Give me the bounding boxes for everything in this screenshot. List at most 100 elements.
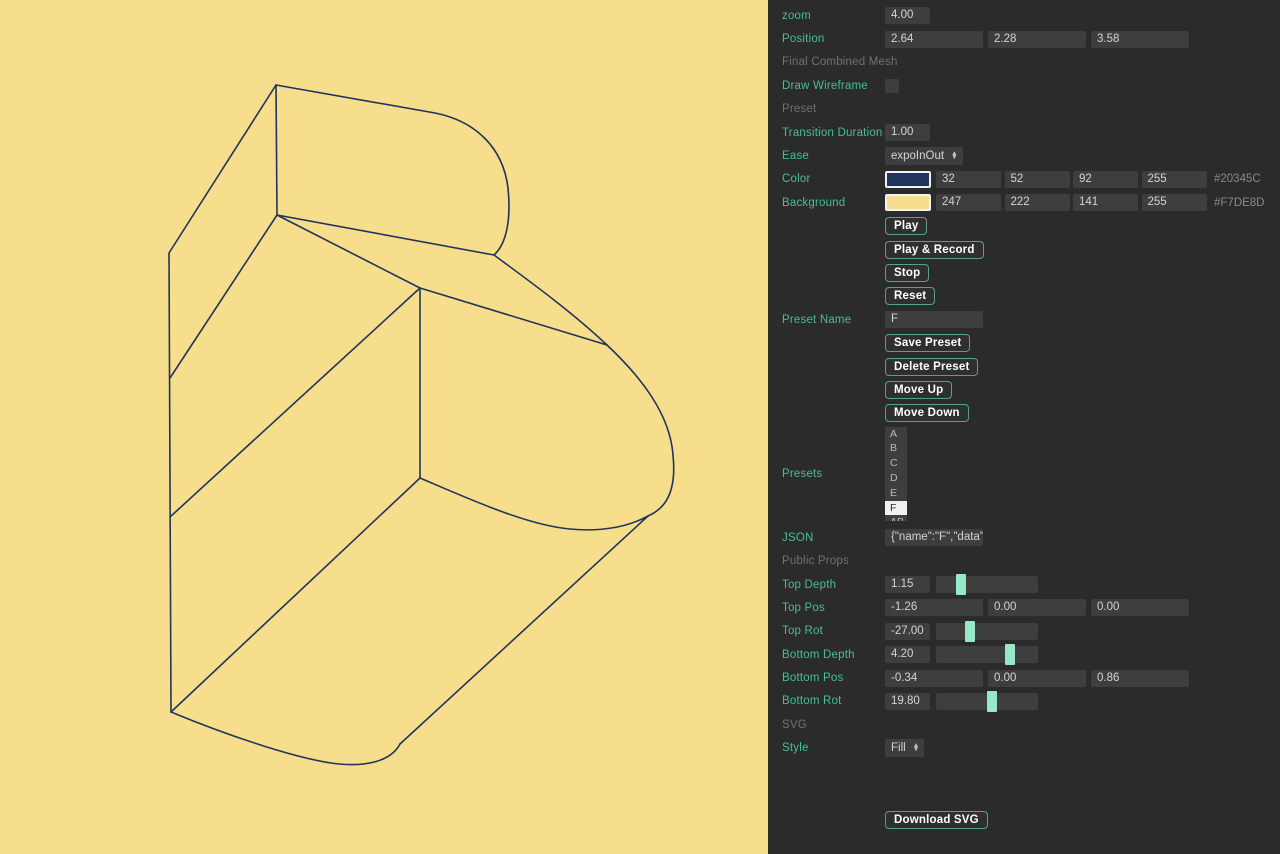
preset-header: Preset (782, 103, 816, 115)
select-arrows-icon: ▲▼ (951, 152, 957, 161)
save-preset-button[interactable]: Save Preset (885, 334, 970, 352)
bottom-depth-slider-thumb[interactable] (1005, 644, 1015, 665)
top-pos-label: Top Pos (782, 602, 885, 614)
spacer (768, 760, 1280, 808)
row-top-depth: Top Depth 1.15 (768, 573, 1280, 596)
download-svg-button[interactable]: Download SVG (885, 811, 988, 829)
preset-item-e[interactable]: E (885, 486, 907, 501)
color-label: Color (782, 173, 885, 185)
position-z-input[interactable]: 3.58 (1091, 31, 1189, 48)
control-panel: zoom 4.00 Position 2.64 2.28 3.58 Final … (768, 0, 1280, 854)
background-swatch[interactable] (885, 194, 931, 211)
position-y-input[interactable]: 2.28 (988, 31, 1086, 48)
row-transition: Transition Duration 1.00 (768, 121, 1280, 144)
stop-button[interactable]: Stop (885, 264, 929, 282)
final-mesh-header: Final Combined Mesh (782, 56, 898, 68)
row-save-preset: Save Preset (768, 331, 1280, 354)
top-pos-z-input[interactable]: 0.00 (1091, 599, 1189, 616)
top-depth-slider[interactable] (936, 576, 1038, 593)
position-x-input[interactable]: 2.64 (885, 31, 983, 48)
bottom-depth-input[interactable]: 4.20 (885, 646, 930, 663)
delete-preset-button[interactable]: Delete Preset (885, 358, 978, 376)
draw-wireframe-label: Draw Wireframe (782, 80, 885, 92)
bottom-pos-y-input[interactable]: 0.00 (988, 670, 1086, 687)
style-select[interactable]: Fill ▲▼ (885, 739, 924, 757)
transition-label: Transition Duration (782, 127, 885, 139)
preset-name-label: Preset Name (782, 314, 885, 326)
draw-wireframe-checkbox[interactable] (885, 79, 899, 93)
row-preset-header: Preset (768, 98, 1280, 121)
row-play: Play (768, 215, 1280, 238)
bottom-rot-slider-thumb[interactable] (987, 691, 997, 712)
row-draw-wireframe: Draw Wireframe (768, 74, 1280, 97)
preset-item-d[interactable]: D (885, 471, 907, 486)
row-move-up: Move Up (768, 378, 1280, 401)
ease-value: expoInOut (891, 150, 944, 162)
bottom-depth-slider[interactable] (936, 646, 1038, 663)
ease-select[interactable]: expoInOut ▲▼ (885, 147, 963, 165)
app-window: zoom 4.00 Position 2.64 2.28 3.58 Final … (0, 0, 1280, 854)
viewport-canvas[interactable] (0, 0, 768, 854)
row-style: Style Fill ▲▼ (768, 737, 1280, 760)
color-b-input[interactable]: 92 (1073, 171, 1138, 188)
row-delete-preset: Delete Preset (768, 355, 1280, 378)
top-rot-slider[interactable] (936, 623, 1038, 640)
row-download: Download SVG (768, 808, 1280, 831)
move-down-button[interactable]: Move Down (885, 404, 969, 422)
color-g-input[interactable]: 52 (1005, 171, 1070, 188)
zoom-input[interactable]: 4.00 (885, 7, 930, 24)
style-value: Fill (891, 742, 906, 754)
color-swatch[interactable] (885, 171, 931, 188)
reset-button[interactable]: Reset (885, 287, 935, 305)
top-depth-slider-thumb[interactable] (956, 574, 966, 595)
bottom-rot-input[interactable]: 19.80 (885, 693, 930, 710)
preset-item-c[interactable]: C (885, 456, 907, 471)
color-a-input[interactable]: 255 (1142, 171, 1207, 188)
play-record-button[interactable]: Play & Record (885, 241, 984, 259)
preset-item-ab[interactable]: AB (885, 515, 907, 520)
preset-item-a[interactable]: A (885, 427, 907, 442)
top-rot-slider-thumb[interactable] (965, 621, 975, 642)
row-reset: Reset (768, 285, 1280, 308)
row-bottom-depth: Bottom Depth 4.20 (768, 643, 1280, 666)
top-pos-y-input[interactable]: 0.00 (988, 599, 1086, 616)
zoom-label: zoom (782, 10, 885, 22)
position-label: Position (782, 33, 885, 45)
letter-wireframe (0, 0, 768, 854)
style-label: Style (782, 742, 885, 754)
row-top-pos: Top Pos -1.26 0.00 0.00 (768, 596, 1280, 619)
bottom-pos-label: Bottom Pos (782, 672, 885, 684)
move-up-button[interactable]: Move Up (885, 381, 952, 399)
top-pos-x-input[interactable]: -1.26 (885, 599, 983, 616)
background-r-input[interactable]: 247 (936, 194, 1001, 211)
row-final-mesh-header: Final Combined Mesh (768, 51, 1280, 74)
preset-item-f-selected[interactable]: F (885, 501, 907, 516)
top-rot-input[interactable]: -27.00 (885, 623, 930, 640)
row-play-record: Play & Record (768, 238, 1280, 261)
top-depth-label: Top Depth (782, 579, 885, 591)
preset-name-input[interactable]: F (885, 311, 983, 328)
color-r-input[interactable]: 32 (936, 171, 1001, 188)
row-position: Position 2.64 2.28 3.58 (768, 27, 1280, 50)
bottom-pos-x-input[interactable]: -0.34 (885, 670, 983, 687)
bottom-rot-slider[interactable] (936, 693, 1038, 710)
json-input[interactable]: {"name":"F","data":[{ (885, 529, 983, 546)
background-b-input[interactable]: 141 (1073, 194, 1138, 211)
row-move-down: Move Down (768, 402, 1280, 425)
ease-label: Ease (782, 150, 885, 162)
preset-item-b[interactable]: B (885, 441, 907, 456)
json-label: JSON (782, 532, 885, 544)
row-zoom: zoom 4.00 (768, 4, 1280, 27)
top-depth-input[interactable]: 1.15 (885, 576, 930, 593)
background-a-input[interactable]: 255 (1142, 194, 1207, 211)
row-bottom-rot: Bottom Rot 19.80 (768, 690, 1280, 713)
bottom-pos-z-input[interactable]: 0.86 (1091, 670, 1189, 687)
bottom-depth-label: Bottom Depth (782, 649, 885, 661)
play-button[interactable]: Play (885, 217, 927, 235)
row-color: Color 32 52 92 255 #20345C (768, 168, 1280, 191)
row-json: JSON {"name":"F","data":[{ (768, 526, 1280, 549)
public-props-header: Public Props (782, 555, 849, 567)
background-label: Background (782, 197, 885, 209)
background-g-input[interactable]: 222 (1005, 194, 1070, 211)
transition-input[interactable]: 1.00 (885, 124, 930, 141)
